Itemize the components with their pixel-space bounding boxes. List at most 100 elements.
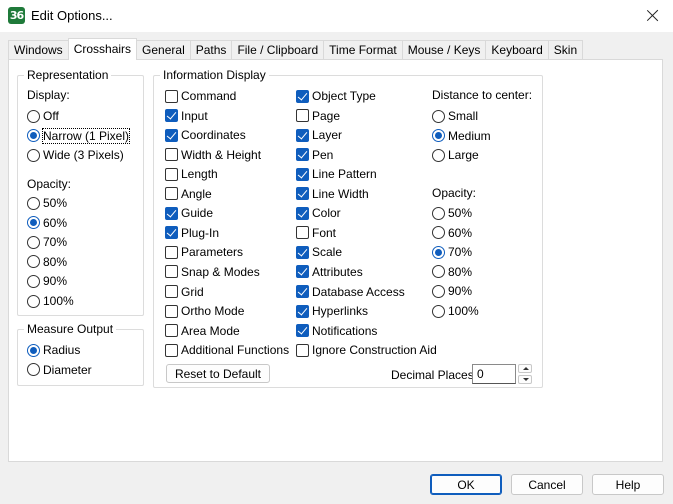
checkbox-empty-icon[interactable]	[165, 304, 178, 318]
representation-opacity-80-radio[interactable]: 80%	[27, 254, 67, 270]
ok-button[interactable]: OK	[430, 474, 502, 495]
tab-skin[interactable]: Skin	[547, 40, 584, 60]
checkbox-checked-icon[interactable]	[296, 167, 309, 181]
decimal-places-decrement-button[interactable]	[518, 375, 532, 384]
radio-empty-icon[interactable]	[27, 109, 40, 123]
distance-large-radio[interactable]: Large	[432, 147, 479, 163]
representation-opacity-60-radio[interactable]: 60%	[27, 215, 67, 231]
info-guide-checkbox[interactable]: Guide	[165, 205, 213, 221]
radio-selected-icon[interactable]	[27, 129, 40, 142]
info-length-checkbox[interactable]: Length	[165, 166, 218, 182]
info-page-checkbox[interactable]: Page	[296, 108, 340, 124]
checkbox-checked-icon[interactable]	[296, 245, 309, 259]
info-database-access-checkbox[interactable]: Database Access	[296, 284, 405, 300]
radio-empty-icon[interactable]	[432, 284, 445, 298]
info-coordinates-checkbox[interactable]: Coordinates	[165, 127, 246, 143]
info-plug-in-checkbox[interactable]: Plug-In	[165, 225, 219, 241]
display-wide-3-pixels-radio[interactable]: Wide (3 Pixels)	[27, 147, 124, 163]
distance-medium-radio[interactable]: Medium	[432, 128, 491, 144]
info-snap-modes-checkbox[interactable]: Snap & Modes	[165, 264, 260, 280]
checkbox-checked-icon[interactable]	[296, 285, 309, 298]
radio-empty-icon[interactable]	[27, 255, 40, 269]
decimal-places-input[interactable]	[472, 364, 516, 384]
info-width-height-checkbox[interactable]: Width & Height	[165, 147, 261, 163]
radio-empty-icon[interactable]	[432, 226, 445, 240]
radio-empty-icon[interactable]	[432, 206, 445, 220]
radio-empty-icon[interactable]	[432, 109, 445, 123]
checkbox-empty-icon[interactable]	[296, 109, 309, 123]
info-parameters-checkbox[interactable]: Parameters	[165, 244, 243, 260]
info-opacity-60-radio[interactable]: 60%	[432, 225, 472, 241]
radio-empty-icon[interactable]	[27, 274, 40, 288]
checkbox-empty-icon[interactable]	[165, 245, 178, 259]
info-pen-checkbox[interactable]: Pen	[296, 147, 333, 163]
tab-file-clipboard[interactable]: File / Clipboard	[231, 40, 325, 60]
info-grid-checkbox[interactable]: Grid	[165, 284, 204, 300]
checkbox-checked-icon[interactable]	[296, 265, 309, 279]
info-ortho-mode-checkbox[interactable]: Ortho Mode	[165, 303, 244, 319]
checkbox-empty-icon[interactable]	[165, 89, 178, 103]
display-narrow-1-pixel-radio[interactable]: Narrow (1 Pixel)	[27, 127, 131, 144]
radio-empty-icon[interactable]	[27, 235, 40, 249]
checkbox-empty-icon[interactable]	[165, 343, 178, 357]
info-object-type-checkbox[interactable]: Object Type	[296, 88, 376, 104]
info-opacity-50-radio[interactable]: 50%	[432, 205, 472, 221]
radio-selected-icon[interactable]	[27, 216, 40, 230]
representation-opacity-100-radio[interactable]: 100%	[27, 293, 74, 309]
checkbox-checked-icon[interactable]	[296, 304, 309, 318]
tab-windows[interactable]: Windows	[8, 40, 69, 60]
tab-general[interactable]: General	[136, 40, 191, 60]
info-line-pattern-checkbox[interactable]: Line Pattern	[296, 166, 377, 182]
checkbox-empty-icon[interactable]	[165, 324, 178, 338]
checkbox-empty-icon[interactable]	[296, 343, 309, 357]
representation-opacity-90-radio[interactable]: 90%	[27, 273, 67, 289]
tab-crosshairs[interactable]: Crosshairs	[67, 38, 138, 60]
checkbox-checked-icon[interactable]	[165, 128, 178, 142]
measure-output-radius-radio[interactable]: Radius	[27, 342, 80, 358]
info-command-checkbox[interactable]: Command	[165, 88, 236, 104]
tab-paths[interactable]: Paths	[189, 40, 233, 60]
close-icon[interactable]	[643, 6, 663, 26]
info-input-checkbox[interactable]: Input	[165, 108, 208, 124]
checkbox-checked-icon[interactable]	[296, 148, 309, 162]
distance-small-radio[interactable]: Small	[432, 108, 478, 124]
radio-empty-icon[interactable]	[27, 196, 40, 210]
checkbox-checked-icon[interactable]	[296, 89, 309, 103]
representation-opacity-50-radio[interactable]: 50%	[27, 195, 67, 211]
info-scale-checkbox[interactable]: Scale	[296, 244, 342, 260]
info-opacity-70-radio[interactable]: 70%	[432, 244, 472, 260]
measure-output-diameter-radio[interactable]: Diameter	[27, 362, 92, 378]
checkbox-empty-icon[interactable]	[165, 187, 178, 201]
checkbox-checked-icon[interactable]	[165, 206, 178, 220]
info-additional-functions-checkbox[interactable]: Additional Functions	[165, 342, 289, 358]
checkbox-empty-icon[interactable]	[165, 148, 178, 162]
info-layer-checkbox[interactable]: Layer	[296, 127, 342, 143]
radio-selected-icon[interactable]	[432, 245, 445, 259]
decimal-places-increment-button[interactable]	[518, 364, 532, 373]
info-font-checkbox[interactable]: Font	[296, 225, 336, 241]
info-angle-checkbox[interactable]: Angle	[165, 186, 212, 202]
help-button[interactable]: Help	[592, 474, 664, 495]
radio-selected-icon[interactable]	[27, 343, 40, 357]
checkbox-checked-icon[interactable]	[296, 187, 309, 201]
info-notifications-checkbox[interactable]: Notifications	[296, 323, 377, 339]
info-area-mode-checkbox[interactable]: Area Mode	[165, 323, 240, 339]
radio-empty-icon[interactable]	[27, 294, 40, 308]
tab-time-format[interactable]: Time Format	[323, 40, 403, 60]
display-off-radio[interactable]: Off	[27, 108, 59, 124]
checkbox-empty-icon[interactable]	[165, 285, 178, 298]
info-opacity-80-radio[interactable]: 80%	[432, 264, 472, 280]
checkbox-checked-icon[interactable]	[165, 226, 178, 240]
info-color-checkbox[interactable]: Color	[296, 205, 341, 221]
checkbox-checked-icon[interactable]	[296, 206, 309, 220]
radio-empty-icon[interactable]	[27, 148, 40, 162]
tab-keyboard[interactable]: Keyboard	[485, 40, 549, 60]
checkbox-checked-icon[interactable]	[165, 109, 178, 123]
checkbox-empty-icon[interactable]	[296, 226, 309, 240]
radio-empty-icon[interactable]	[27, 363, 40, 376]
info-ignore-construction-aid-checkbox[interactable]: Ignore Construction Aid	[296, 342, 437, 358]
info-hyperlinks-checkbox[interactable]: Hyperlinks	[296, 303, 368, 319]
radio-empty-icon[interactable]	[432, 148, 445, 162]
info-attributes-checkbox[interactable]: Attributes	[296, 264, 363, 280]
reset-to-default-button[interactable]: Reset to Default	[166, 364, 270, 383]
